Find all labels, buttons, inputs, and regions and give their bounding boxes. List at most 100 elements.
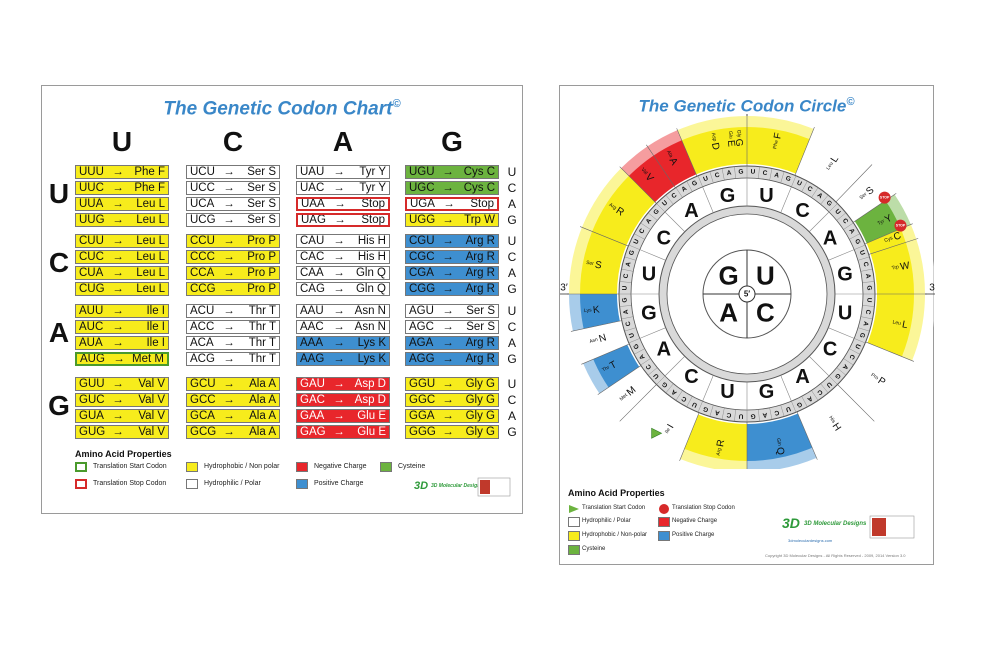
chart-title: The Genetic Codon Chart© bbox=[163, 98, 401, 120]
third-base-letter: U bbox=[738, 412, 743, 419]
codon-cell-ggu: GGU → Gly G bbox=[405, 377, 499, 391]
codon-cell-cua: CUA → Leu L bbox=[75, 266, 169, 280]
codon: GUG bbox=[79, 426, 106, 438]
arrow-icon: → bbox=[333, 182, 345, 194]
amino-acid: Asn N bbox=[354, 305, 386, 317]
three-prime-left: 3′ bbox=[560, 283, 568, 294]
arrow-icon: → bbox=[112, 378, 124, 390]
codon-cell-ucc: UCC → Ser S bbox=[186, 181, 280, 195]
circle-logo-text: 3D Molecular Designs bbox=[804, 521, 867, 527]
amino-acid: Gly G bbox=[465, 426, 495, 438]
codon-cell-ggg: GGG → Gly G bbox=[405, 425, 499, 439]
circle-legend-title: Amino Acid Properties bbox=[568, 488, 665, 498]
codon-cell-ucg: UCG → Ser S bbox=[186, 213, 280, 227]
three-prime-right: 3′ bbox=[929, 283, 935, 294]
amino-acid: Ala A bbox=[249, 426, 276, 438]
amino-acid: Gln Q bbox=[355, 267, 386, 279]
arrow-icon: → bbox=[112, 394, 124, 406]
arrow-icon: → bbox=[333, 337, 345, 349]
codon-cell-gga: GGA → Gly G bbox=[405, 409, 499, 423]
amino-acid: Trp W bbox=[464, 214, 495, 226]
codon: ACA bbox=[190, 337, 214, 349]
arrow-icon: → bbox=[442, 337, 454, 349]
codon-cell-cac: CAC → His H bbox=[296, 250, 390, 264]
arrow-icon: → bbox=[223, 214, 235, 226]
codon-cell-aug: AUG → Met M bbox=[75, 352, 169, 366]
amino-acid: Stop bbox=[470, 198, 494, 210]
codon: GAU bbox=[300, 378, 325, 390]
arrow-icon: → bbox=[333, 378, 345, 390]
arrow-icon: → bbox=[112, 321, 124, 333]
codon-cell-aag: AAG → Lys K bbox=[296, 352, 390, 366]
third-base-A: A bbox=[507, 197, 516, 211]
arrow-icon: → bbox=[223, 321, 235, 333]
codon-cell-guc: GUC → Val V bbox=[75, 393, 169, 407]
amino-acid: Glu E bbox=[357, 426, 386, 438]
third-base-U: U bbox=[507, 304, 517, 318]
amino-acid: Ala A bbox=[249, 410, 276, 422]
amino-acid: Asp D bbox=[354, 378, 386, 390]
amino-acid: Leu L bbox=[136, 198, 165, 210]
codon: CAC bbox=[300, 251, 325, 263]
circle-legend-neg-swatch bbox=[658, 517, 670, 527]
second-base-letter: A bbox=[795, 366, 809, 388]
amino-acid: Leu L bbox=[136, 214, 165, 226]
arrow-icon: → bbox=[333, 426, 345, 438]
codon-cell-ugg: UGG → Trp W bbox=[405, 213, 499, 227]
amino-acid: Thr T bbox=[248, 321, 276, 333]
codon-cell-cag: CAG → Gln Q bbox=[296, 282, 390, 296]
amino-acid: Ile I bbox=[146, 321, 165, 333]
third-base-C: C bbox=[507, 320, 517, 334]
amino-acid: Thr T bbox=[248, 305, 276, 317]
codon-cell-gug: GUG → Val V bbox=[75, 425, 169, 439]
second-base-letter: C bbox=[795, 200, 809, 222]
third-base-A: A bbox=[507, 266, 516, 280]
circle-legend-cys-text: Cysteine bbox=[582, 546, 606, 552]
third-base-A: A bbox=[507, 409, 516, 423]
codon: GUU bbox=[79, 378, 105, 390]
arrow-icon: → bbox=[333, 353, 345, 365]
codon-cell-aaa: AAA → Lys K bbox=[296, 336, 390, 350]
first-base-letter: G bbox=[718, 261, 738, 291]
arrow-icon: → bbox=[223, 305, 235, 317]
codon: AUU bbox=[79, 305, 104, 317]
codon-cell-auu: AUU → Ile I bbox=[75, 304, 169, 318]
amino-acid: Arg R bbox=[465, 283, 495, 295]
arrow-icon: → bbox=[223, 378, 235, 390]
second-base-letter: G bbox=[641, 303, 657, 325]
codon: UGC bbox=[409, 182, 435, 194]
second-base-letter: G bbox=[837, 263, 853, 285]
codon: UAC bbox=[300, 182, 325, 194]
row-header-C: C bbox=[48, 247, 70, 278]
codon-cell-uaa: UAA → Stop bbox=[296, 197, 390, 211]
arrow-icon: → bbox=[442, 235, 454, 247]
third-base-C: C bbox=[507, 181, 517, 195]
amino-acid: Val V bbox=[138, 378, 165, 390]
arrow-icon: → bbox=[442, 283, 454, 295]
circle-legend-start-text: Translation Start Codon bbox=[582, 505, 646, 511]
codon: UCU bbox=[190, 166, 215, 178]
codon-cell-cgg: CGG → Arg R bbox=[405, 282, 499, 296]
amino-acid: Ser S bbox=[466, 321, 495, 333]
amino-acid: Ala A bbox=[249, 394, 276, 406]
codon: CGG bbox=[409, 283, 436, 295]
codon: GGC bbox=[409, 394, 436, 406]
arrow-icon: → bbox=[442, 305, 454, 317]
second-base-letter: A bbox=[657, 339, 671, 361]
codon: GAG bbox=[300, 426, 326, 438]
legend-hphob-swatch bbox=[186, 462, 198, 472]
legend-polar-swatch bbox=[186, 479, 198, 489]
codon: AAG bbox=[300, 353, 325, 365]
third-base-G: G bbox=[507, 282, 517, 296]
arrow-icon: → bbox=[333, 251, 345, 263]
arrow-icon: → bbox=[223, 353, 235, 365]
circle-legend-start-icon bbox=[569, 505, 579, 513]
codon: GAA bbox=[300, 410, 325, 422]
arrow-icon: → bbox=[112, 251, 124, 263]
codon-cell-ucu: UCU → Ser S bbox=[186, 165, 280, 179]
codon: CAG bbox=[300, 283, 325, 295]
codon: UGU bbox=[409, 166, 435, 178]
codon: GAC bbox=[300, 394, 325, 406]
amino-acid: Cys C bbox=[463, 182, 495, 194]
codon-cell-acg: ACG → Thr T bbox=[186, 352, 280, 366]
